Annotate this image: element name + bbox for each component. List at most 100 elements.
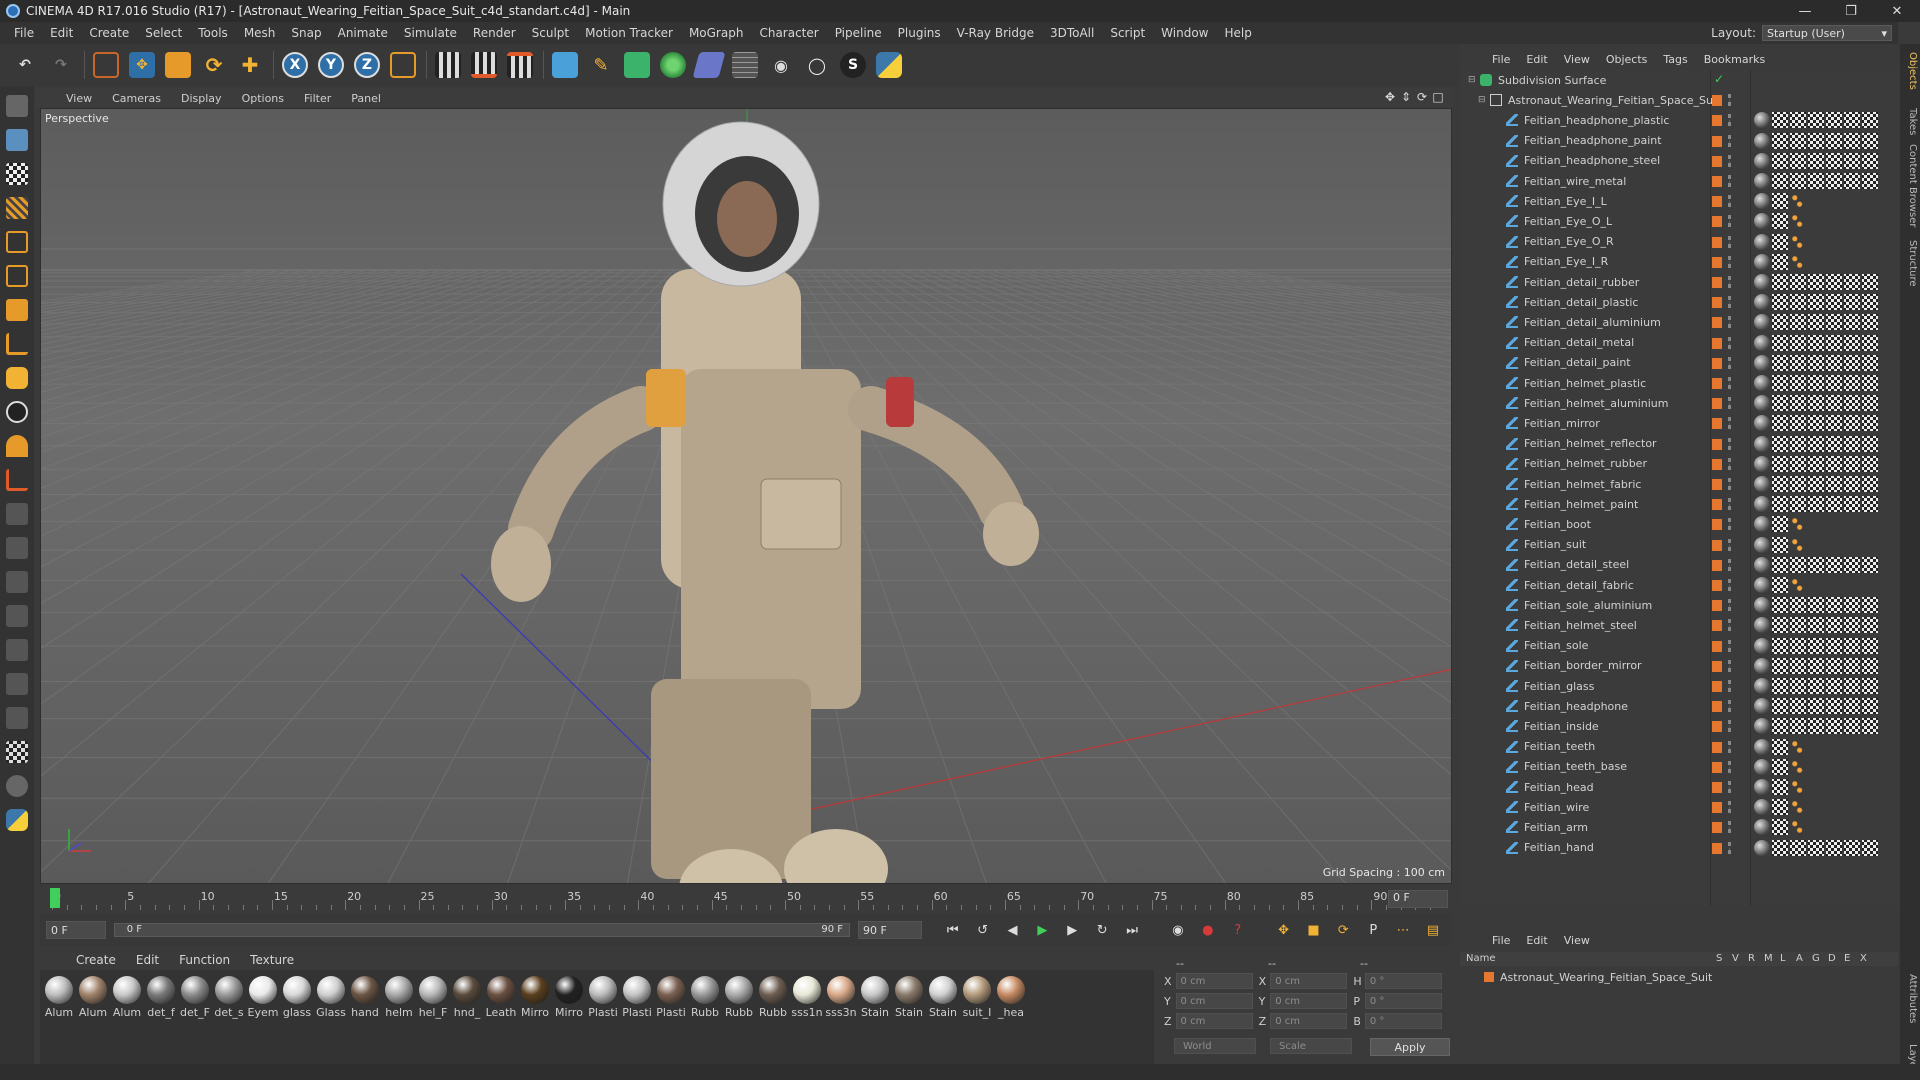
texture-tag-icon[interactable] [1772, 657, 1788, 674]
texture-tag-icon[interactable] [1790, 173, 1806, 189]
visibility-dots-icon[interactable] [1728, 821, 1732, 834]
maximize-view-icon[interactable]: □ [1430, 90, 1446, 106]
texture-tag-icon[interactable] [1862, 375, 1878, 391]
visibility-dots-icon[interactable] [1728, 154, 1732, 167]
autokey-button[interactable]: ● [1197, 919, 1219, 941]
visibility-dots-icon[interactable] [1728, 437, 1732, 450]
texture-tag-icon[interactable] [1772, 233, 1788, 250]
texture-tag-icon[interactable] [1844, 435, 1860, 452]
object-row[interactable]: Feitian_head [1460, 777, 1898, 797]
visibility-dots-icon[interactable] [1728, 579, 1732, 591]
menu-sculpt[interactable]: Sculpt [524, 26, 577, 40]
object-row[interactable]: Feitian_headphone_steel [1460, 151, 1898, 171]
object-row[interactable]: Feitian_headphone_plastic [1460, 110, 1898, 130]
visibility-dots-icon[interactable] [1728, 760, 1732, 773]
object-row[interactable]: Feitian_arm [1460, 817, 1898, 837]
material-menu-edit[interactable]: Edit [126, 953, 169, 967]
axis-mode-button[interactable] [3, 330, 31, 358]
object-row[interactable]: Feitian_detail_plastic [1460, 292, 1898, 312]
texture-mode-button[interactable] [3, 160, 31, 188]
object-row[interactable]: Feitian_mirror [1460, 413, 1898, 433]
expand-toggle-icon[interactable]: ⊟ [1468, 75, 1480, 85]
coord-system-dropdown[interactable]: World [1174, 1038, 1256, 1054]
object-row[interactable]: Feitian_border_mirror [1460, 656, 1898, 676]
sculpt-grab-button[interactable] [3, 704, 31, 732]
texture-tag-icon[interactable] [1772, 375, 1788, 391]
visibility-dots-icon[interactable] [1728, 134, 1732, 147]
texture-tag-icon[interactable] [1772, 738, 1788, 755]
texture-tag-icon[interactable] [1808, 839, 1824, 856]
material-item[interactable]: Plasti [620, 976, 654, 1064]
coord-field[interactable]: 0 ° [1364, 993, 1442, 1009]
visibility-dots-icon[interactable] [1728, 316, 1732, 329]
texture-tag-icon[interactable] [1862, 435, 1878, 452]
material-tag-icon[interactable] [1754, 415, 1770, 432]
texture-tag-icon[interactable] [1790, 415, 1806, 432]
attribute-menu-edit[interactable]: Edit [1518, 934, 1555, 947]
sculpt-knife-button[interactable] [3, 670, 31, 698]
visibility-dots-icon[interactable] [1728, 740, 1732, 753]
apply-button[interactable]: Apply [1370, 1038, 1450, 1056]
texture-tag-icon[interactable] [1862, 415, 1878, 432]
material-item[interactable]: Plasti [654, 976, 688, 1064]
material-item[interactable]: Stain [926, 976, 960, 1064]
texture-tag-icon[interactable] [1826, 556, 1842, 573]
texture-tag-icon[interactable] [1772, 819, 1788, 836]
workplane-axis-button[interactable] [3, 466, 31, 494]
material-tag-icon[interactable] [1754, 112, 1770, 129]
texture-tag-icon[interactable] [1808, 617, 1824, 634]
material-item[interactable]: det_f [144, 976, 178, 1064]
texture-tag-icon[interactable] [1808, 678, 1824, 694]
texture-tag-icon[interactable] [1772, 354, 1788, 371]
menu-help[interactable]: Help [1216, 26, 1259, 40]
material-item[interactable]: sss1n [790, 976, 824, 1064]
keyframe-selection-button[interactable]: ? [1227, 919, 1249, 941]
texture-tag-icon[interactable] [1772, 213, 1788, 230]
visibility-dots-icon[interactable] [1728, 255, 1732, 268]
object-row[interactable]: Feitian_hand [1460, 838, 1898, 858]
menu-mograph[interactable]: MoGraph [681, 26, 752, 40]
menu-simulate[interactable]: Simulate [396, 26, 465, 40]
material-item[interactable]: sss3n [824, 976, 858, 1064]
y-axis-button[interactable]: Y [316, 49, 346, 81]
texture-tag-icon[interactable] [1862, 637, 1878, 654]
texture-tag-icon[interactable] [1844, 173, 1860, 189]
side-tab-content-browser[interactable]: Content Browser [1902, 144, 1918, 227]
texture-tag-icon[interactable] [1790, 657, 1806, 674]
next-key-button[interactable]: ↻ [1091, 919, 1113, 941]
object-row[interactable]: Feitian_headphone [1460, 696, 1898, 716]
texture-tag-icon[interactable] [1844, 455, 1860, 472]
edges-mode-button[interactable] [3, 262, 31, 290]
object-menu-view[interactable]: View [1556, 53, 1598, 66]
position-key-button[interactable]: ✥ [1273, 919, 1295, 941]
next-frame-button[interactable]: ▶ [1061, 919, 1083, 941]
material-item[interactable]: Eyem [246, 976, 280, 1064]
texture-tag-icon[interactable] [1808, 132, 1824, 149]
object-row[interactable]: Feitian_Eye_O_L [1460, 211, 1898, 231]
material-tag-icon[interactable] [1754, 799, 1770, 816]
texture-tag-icon[interactable] [1862, 617, 1878, 634]
texture-tag-icon[interactable] [1790, 152, 1806, 169]
texture-tag-icon[interactable] [1772, 496, 1788, 513]
material-tag-icon[interactable] [1754, 496, 1770, 513]
object-row[interactable]: Feitian_Eye_I_R [1460, 252, 1898, 272]
material-item[interactable]: Alum [76, 976, 110, 1064]
material-menu-create[interactable]: Create [66, 953, 126, 967]
menu-v-ray-bridge[interactable]: V-Ray Bridge [949, 26, 1042, 40]
texture-tag-icon[interactable] [1862, 718, 1878, 735]
zoom-view-icon[interactable]: ⇕ [1398, 90, 1414, 106]
texture-tag-icon[interactable] [1772, 718, 1788, 735]
attribute-menu-file[interactable]: File [1484, 934, 1518, 947]
rotation-key-button[interactable]: ⟳ [1332, 919, 1354, 941]
visibility-dots-icon[interactable] [1728, 619, 1732, 632]
texture-tag-icon[interactable] [1790, 617, 1806, 634]
texture-tag-icon[interactable] [1826, 718, 1842, 735]
prev-key-button[interactable]: ↺ [972, 919, 994, 941]
material-tag-icon[interactable] [1754, 779, 1770, 795]
visibility-dots-icon[interactable] [1728, 781, 1732, 793]
texture-tag-icon[interactable] [1844, 718, 1860, 735]
texture-tag-icon[interactable] [1790, 455, 1806, 472]
material-item[interactable]: Rubb [756, 976, 790, 1064]
live-selection-button[interactable] [91, 49, 121, 81]
workplane-button[interactable] [3, 194, 31, 222]
